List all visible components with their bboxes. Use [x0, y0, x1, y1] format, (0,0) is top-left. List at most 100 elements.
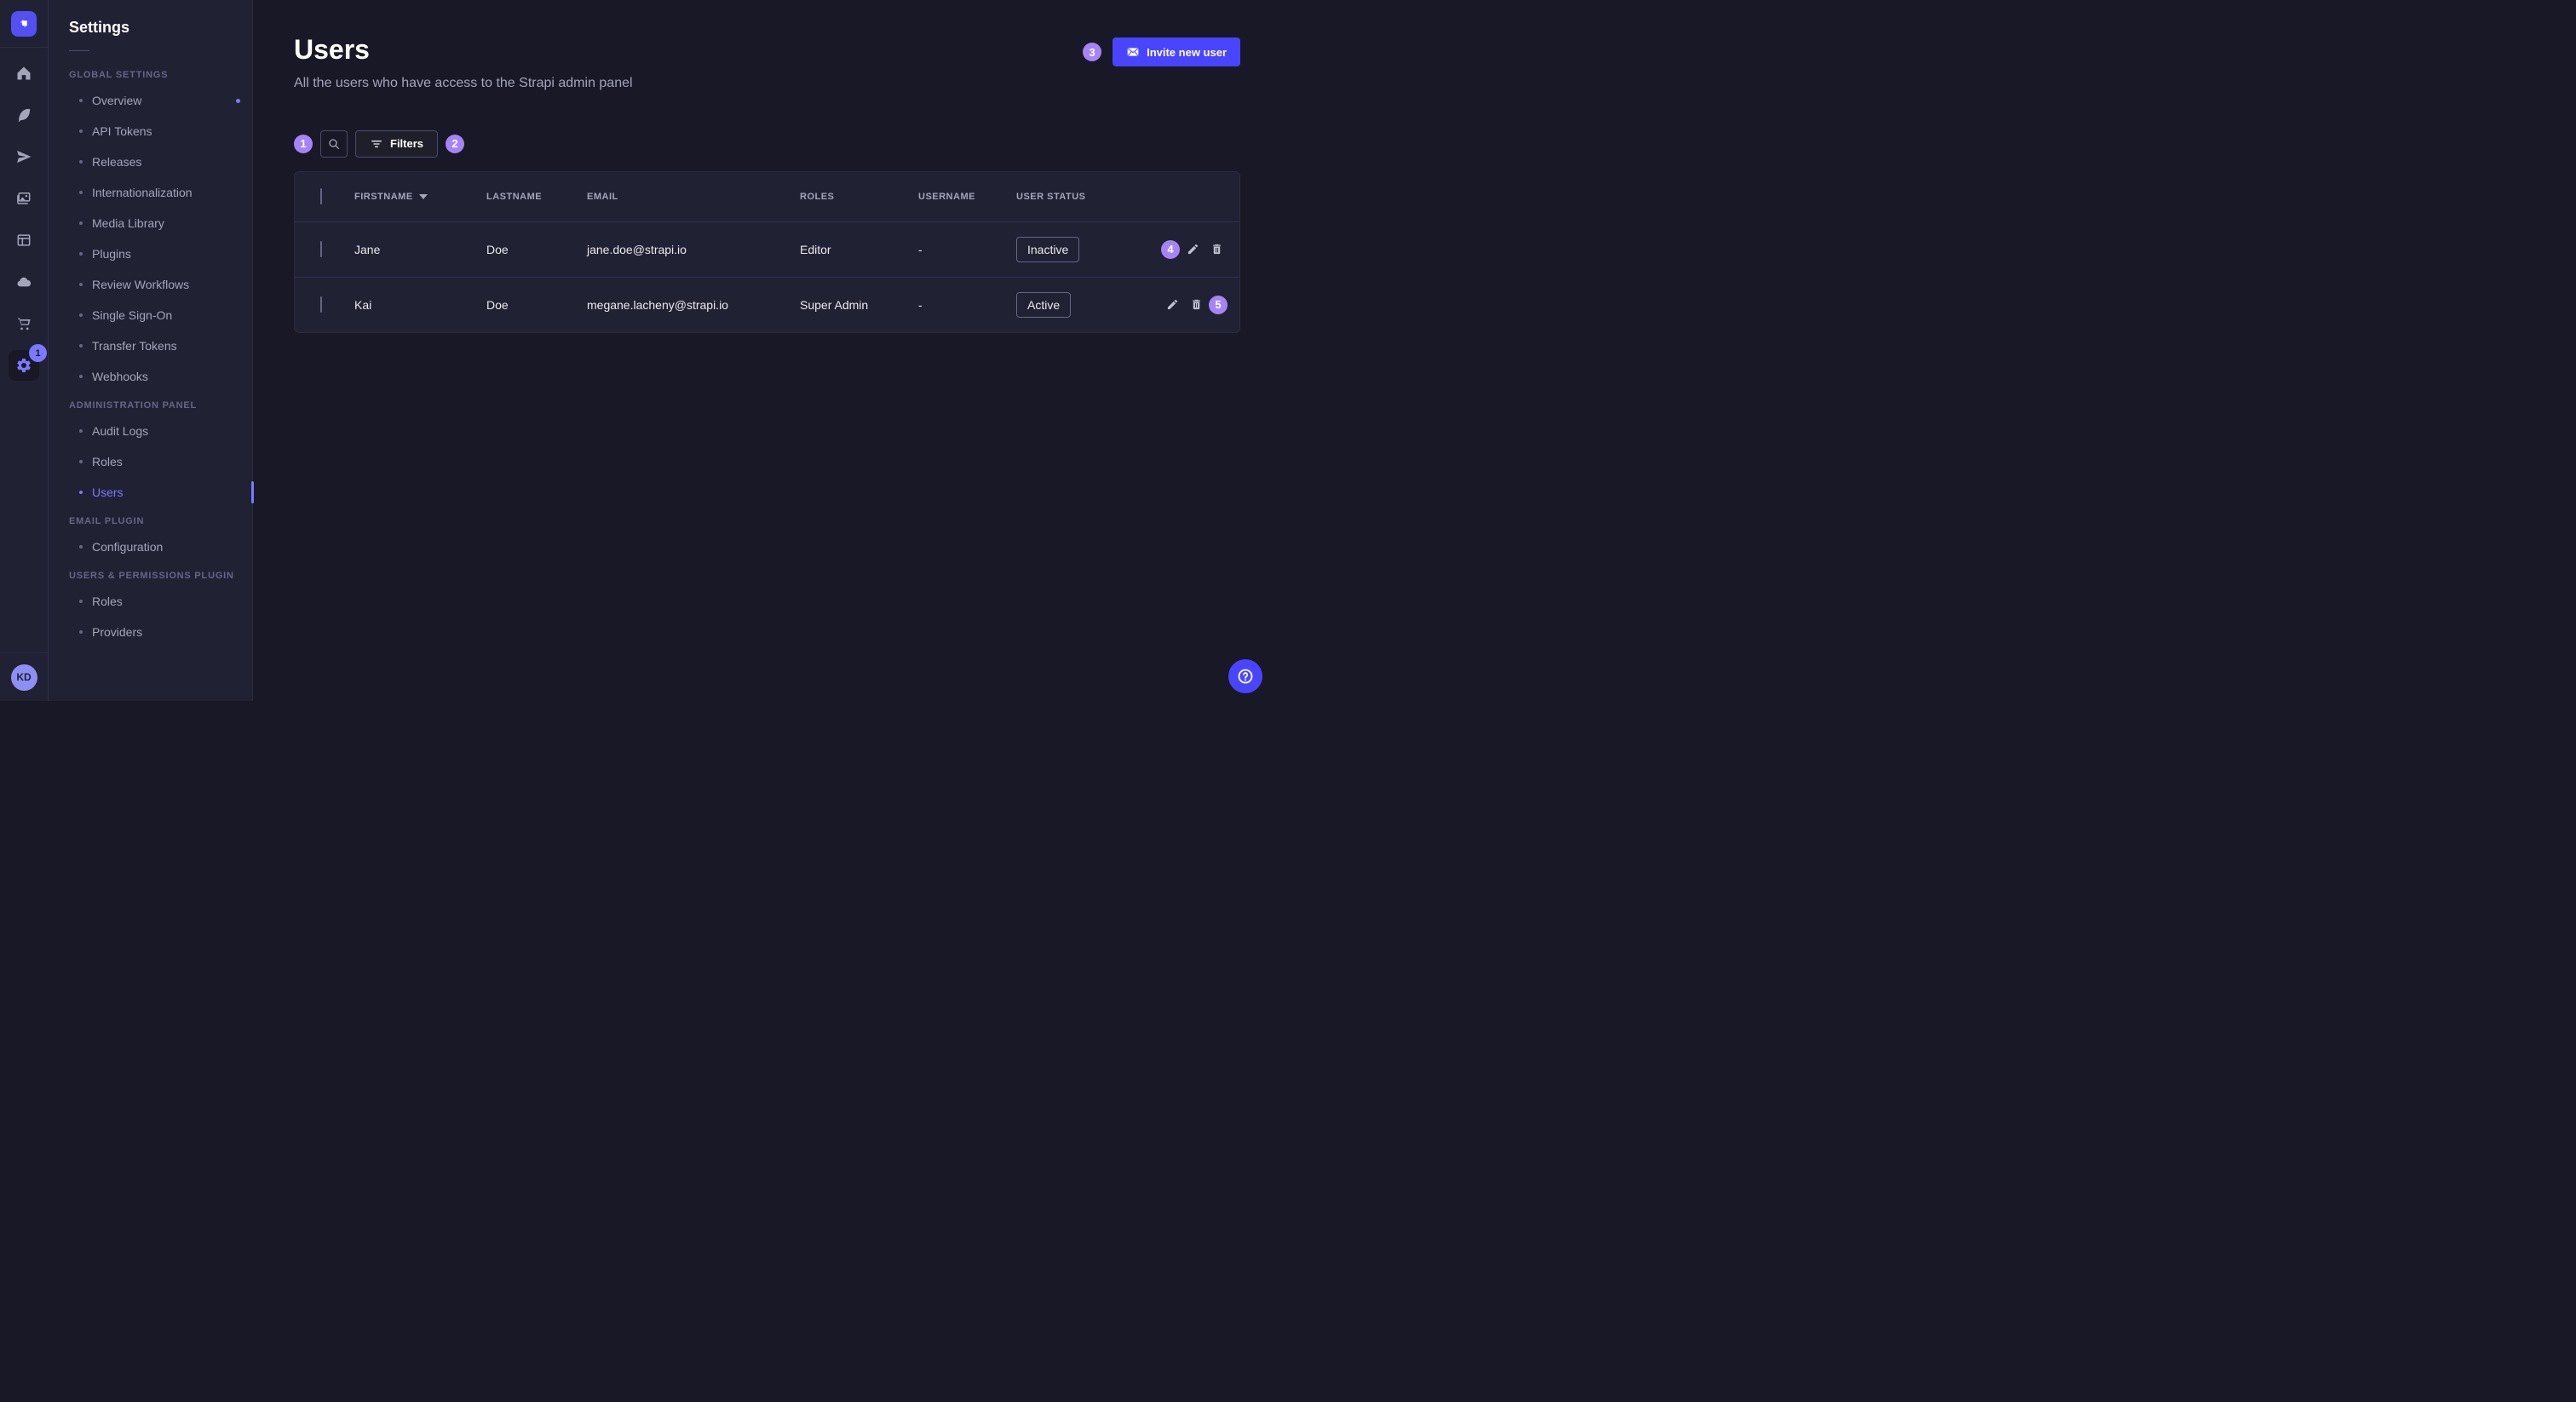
sidebar-item-label: Releases [92, 155, 141, 169]
cell-roles: Editor [800, 243, 918, 256]
section-label: USERS & PERMISSIONS PLUGIN [69, 571, 252, 581]
annotation-badge-1: 1 [294, 135, 313, 153]
sidebar-item-review-workflows[interactable]: Review Workflows [69, 269, 252, 300]
trash-icon [1210, 243, 1223, 256]
sidebar-item-releases[interactable]: Releases [69, 147, 252, 177]
bullet-icon [79, 313, 83, 317]
sidebar-item-transfer-tokens[interactable]: Transfer Tokens [69, 330, 252, 361]
status-badge: Active [1016, 292, 1071, 318]
row-checkbox[interactable] [320, 296, 322, 313]
section-email-plugin: EMAIL PLUGIN Configuration [69, 516, 252, 562]
toolbar: 1 Filters 2 [294, 130, 1240, 158]
row-checkbox[interactable] [320, 241, 322, 257]
column-header-email[interactable]: EMAIL [587, 192, 800, 202]
bullet-icon [79, 630, 83, 634]
sidebar-item-label: Media Library [92, 216, 164, 230]
user-avatar[interactable]: KD [11, 664, 37, 691]
cell-email: megane.lacheny@strapi.io [587, 298, 800, 312]
bullet-icon [79, 191, 83, 194]
sidebar-item-admin-roles[interactable]: Roles [69, 446, 252, 477]
column-header-username[interactable]: USERNAME [918, 192, 1016, 202]
sidebar-item-label: Transfer Tokens [92, 339, 177, 353]
cell-firstname: Kai [354, 298, 486, 312]
edit-user-button[interactable] [1164, 297, 1180, 313]
select-all-checkbox[interactable] [320, 188, 322, 204]
help-icon [1236, 667, 1255, 686]
home-icon[interactable] [9, 58, 39, 89]
cart-icon[interactable] [9, 308, 39, 339]
sidebar-item-label: Plugins [92, 247, 131, 261]
sidebar-item-label: API Tokens [92, 124, 152, 138]
images-icon[interactable] [9, 183, 39, 214]
annotation-badge-2: 2 [446, 135, 464, 153]
cell-username: - [918, 243, 1016, 256]
users-table: FIRSTNAME LASTNAME EMAIL ROLES USERNAME … [294, 171, 1240, 333]
section-administration-panel: ADMINISTRATION PANEL Audit Logs Roles Us… [69, 400, 252, 508]
sidebar-item-label: Providers [92, 625, 142, 639]
cell-roles: Super Admin [800, 298, 918, 312]
sidebar-item-providers[interactable]: Providers [69, 617, 252, 647]
sidebar-item-configuration[interactable]: Configuration [69, 531, 252, 562]
invite-new-user-button[interactable]: Invite new user [1113, 37, 1240, 66]
cell-username: - [918, 298, 1016, 312]
invite-button-label: Invite new user [1147, 46, 1227, 59]
page-subtitle: All the users who have access to the Str… [294, 76, 633, 91]
bullet-icon [79, 160, 83, 164]
paper-plane-icon[interactable] [9, 141, 39, 172]
annotation-badge-5: 5 [1209, 296, 1228, 314]
section-global-settings: GLOBAL SETTINGS Overview API Tokens Rele… [69, 70, 252, 392]
sidebar-item-label: Users [92, 486, 124, 499]
sidebar-item-audit-logs[interactable]: Audit Logs [69, 416, 252, 446]
sidebar-item-internationalization[interactable]: Internationalization [69, 177, 252, 208]
sidebar-item-webhooks[interactable]: Webhooks [69, 361, 252, 392]
cloud-icon[interactable] [9, 267, 39, 297]
filters-button[interactable]: Filters [355, 130, 438, 158]
pencil-icon [1187, 243, 1199, 256]
logo-cell [0, 0, 48, 48]
column-header-lastname[interactable]: LASTNAME [486, 192, 587, 202]
icon-rail: 1 KD [0, 0, 49, 701]
bullet-icon [79, 545, 83, 549]
annotation-badge-4: 4 [1161, 240, 1180, 259]
section-users-permissions-plugin: USERS & PERMISSIONS PLUGIN Roles Provide… [69, 571, 252, 647]
notification-dot-icon [236, 99, 240, 103]
search-button[interactable] [320, 130, 348, 158]
bullet-icon [79, 491, 83, 494]
settings-notification-badge: 1 [29, 344, 47, 362]
sort-desc-icon[interactable] [419, 194, 428, 199]
table-row[interactable]: Kai Doe megane.lacheny@strapi.io Super A… [295, 277, 1239, 332]
delete-user-button[interactable] [1188, 297, 1204, 313]
sidebar-item-up-roles[interactable]: Roles [69, 586, 252, 617]
section-label: GLOBAL SETTINGS [69, 70, 252, 80]
sidebar-item-overview[interactable]: Overview [69, 85, 252, 116]
delete-user-button[interactable] [1209, 242, 1224, 257]
main-content: Users All the users who have access to t… [253, 0, 1288, 701]
column-header-roles[interactable]: ROLES [800, 192, 918, 202]
table-header-row: FIRSTNAME LASTNAME EMAIL ROLES USERNAME … [295, 172, 1239, 221]
sidebar-item-plugins[interactable]: Plugins [69, 238, 252, 269]
cell-firstname: Jane [354, 243, 486, 256]
bullet-icon [79, 600, 83, 603]
sidebar-item-single-sign-on[interactable]: Single Sign-On [69, 300, 252, 330]
strapi-logo-icon[interactable] [11, 11, 37, 37]
sidebar-item-api-tokens[interactable]: API Tokens [69, 116, 252, 147]
page-header: Users All the users who have access to t… [294, 34, 1240, 91]
table-row[interactable]: Jane Doe jane.doe@strapi.io Editor - Ina… [295, 221, 1239, 277]
sidebar-item-users[interactable]: Users [69, 477, 252, 508]
rail-nav: 1 [9, 48, 39, 381]
bullet-icon [79, 252, 83, 256]
layout-icon[interactable] [9, 225, 39, 256]
gear-icon[interactable]: 1 [9, 350, 39, 381]
feather-icon[interactable] [9, 100, 39, 130]
filter-icon [370, 137, 383, 151]
sidebar-item-media-library[interactable]: Media Library [69, 208, 252, 238]
column-header-firstname[interactable]: FIRSTNAME [354, 192, 486, 202]
section-label: ADMINISTRATION PANEL [69, 400, 252, 411]
sidebar-item-label: Roles [92, 595, 123, 608]
cell-lastname: Doe [486, 298, 587, 312]
help-button[interactable] [1228, 659, 1262, 693]
edit-user-button[interactable] [1185, 242, 1200, 257]
filters-button-label: Filters [390, 137, 423, 150]
pencil-icon [1166, 298, 1179, 311]
column-header-user-status[interactable]: USER STATUS [1016, 192, 1144, 202]
